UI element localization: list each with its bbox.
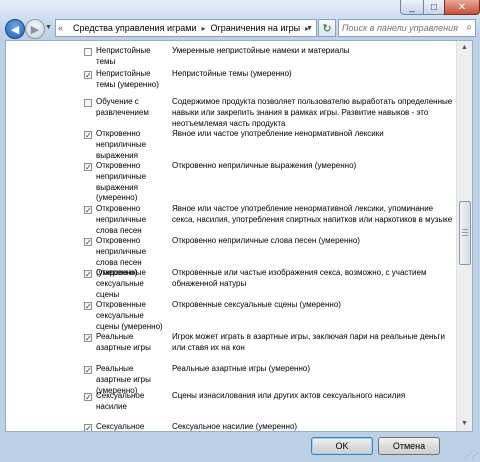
close-button[interactable]: ✕ <box>444 0 480 15</box>
thumb-grip <box>462 235 468 236</box>
descriptor-name: Непристойные темы (умеренно) <box>96 69 159 89</box>
descriptor-name: Откровенные сексуальные сцены <box>96 268 146 299</box>
address-bar[interactable]: « Средства управления играми ▸ Ограничен… <box>55 19 317 37</box>
descriptor-description: Откровенно неприличные слова песен (умер… <box>172 236 360 245</box>
breadcrumb-item[interactable]: Средства управления играми <box>70 23 200 33</box>
close-icon: ✕ <box>457 1 467 13</box>
rating-checkbox[interactable]: ✓ <box>84 163 92 172</box>
descriptor-description: Откровенные сексуальные сцены (умеренно) <box>172 300 341 309</box>
descriptor-description: Игрок может играть в азартные игры, закл… <box>172 332 445 352</box>
scrollbar-thumb[interactable] <box>459 201 471 265</box>
descriptor-name: Откровенно неприличные выражения <box>96 129 147 160</box>
ok-button[interactable]: OK <box>311 437 373 455</box>
resize-grip-icon[interactable]: ⋰⋰ <box>464 451 479 460</box>
descriptor-description: Сексуальное насилие (умеренно) <box>172 422 298 431</box>
breadcrumb-item[interactable]: Ограничения на игры <box>208 23 304 33</box>
scroll-up-icon[interactable]: ▲ <box>457 41 472 55</box>
descriptor-name: Сексуальное насилие (умеренно) <box>96 422 145 431</box>
scroll-down-icon[interactable]: ▼ <box>457 417 472 431</box>
search-input[interactable] <box>339 23 463 33</box>
descriptor-name: Обучение с развлечением <box>96 97 149 117</box>
descriptor-name: Откровенно неприличные выражения (умерен… <box>96 161 147 203</box>
descriptor-description: Содержимое продукта позволяет пользовате… <box>172 97 453 128</box>
cancel-button[interactable]: Отмена <box>378 437 440 455</box>
thumb-grip <box>462 232 468 233</box>
rating-checkbox[interactable]: ✓ <box>84 366 92 375</box>
descriptor-name: Откровенные сексуальные сцены (умеренно) <box>96 300 163 331</box>
thumb-grip <box>462 229 468 230</box>
address-dropdown-icon[interactable]: ▼ <box>306 25 313 32</box>
refresh-icon: ↻ <box>322 22 332 35</box>
descriptor-description: Умеренные непристойные намеки и материал… <box>172 46 350 55</box>
rating-checkbox[interactable]: ✓ <box>84 71 92 80</box>
descriptor-name: Откровенно неприличные слова песен <box>96 204 147 235</box>
rating-checkbox[interactable] <box>84 48 92 56</box>
rating-checkbox[interactable]: ✓ <box>84 270 92 279</box>
vertical-scrollbar[interactable]: ▲ ▼ <box>456 41 472 431</box>
maximize-button[interactable]: □ <box>423 0 445 15</box>
breadcrumb-overflow[interactable]: « <box>58 23 68 33</box>
minimize-button[interactable]: _ <box>400 0 424 15</box>
descriptor-description: Реальные азартные игры (умеренно) <box>172 364 310 373</box>
rating-checkbox[interactable]: ✓ <box>84 424 92 431</box>
recent-pages-button[interactable]: ▼ <box>45 24 52 31</box>
descriptor-description: Сцены изнасилования или других актов сек… <box>172 391 406 400</box>
descriptor-description: Явное или частое употребление ненорматив… <box>172 204 453 224</box>
rating-checkbox[interactable] <box>84 99 92 107</box>
back-arrow-icon: ◀ <box>10 23 20 36</box>
forward-button[interactable]: ▶ <box>25 19 45 39</box>
refresh-button[interactable]: ↻ <box>318 19 336 37</box>
ratings-panel: Непристойные темы Умеренные непристойные … <box>5 40 473 432</box>
rating-checkbox[interactable]: ✓ <box>84 393 92 402</box>
maximize-icon: □ <box>430 1 438 13</box>
rating-checkbox[interactable]: ✓ <box>84 302 92 311</box>
descriptor-description: Откровенно неприличные выражения (умерен… <box>172 161 357 170</box>
descriptor-description: Непристойные темы (умеренно) <box>172 69 292 78</box>
forward-arrow-icon: ▶ <box>30 23 40 36</box>
rating-checkbox[interactable]: ✓ <box>84 238 92 247</box>
rating-checkbox[interactable]: ✓ <box>84 334 92 343</box>
descriptor-description: Явное или частое употребление ненорматив… <box>172 129 384 138</box>
descriptor-name: Непристойные темы <box>96 46 151 66</box>
rating-checkbox[interactable]: ✓ <box>84 131 92 140</box>
breadcrumb-separator-icon[interactable]: ▸ <box>200 24 208 33</box>
minimize-icon: _ <box>409 1 415 13</box>
search-box[interactable]: ⌕ <box>338 19 476 37</box>
descriptor-name: Реальные азартные игры <box>96 332 151 352</box>
rating-checkbox[interactable]: ✓ <box>84 206 92 215</box>
search-icon[interactable]: ⌕ <box>466 22 472 33</box>
back-button[interactable]: ◀ <box>5 19 25 39</box>
dropdown-arrow-icon: ▼ <box>45 24 52 31</box>
descriptor-name: Сексуальное насилие <box>96 391 145 411</box>
descriptor-description: Откровенные или частые изображения секса… <box>172 268 427 288</box>
